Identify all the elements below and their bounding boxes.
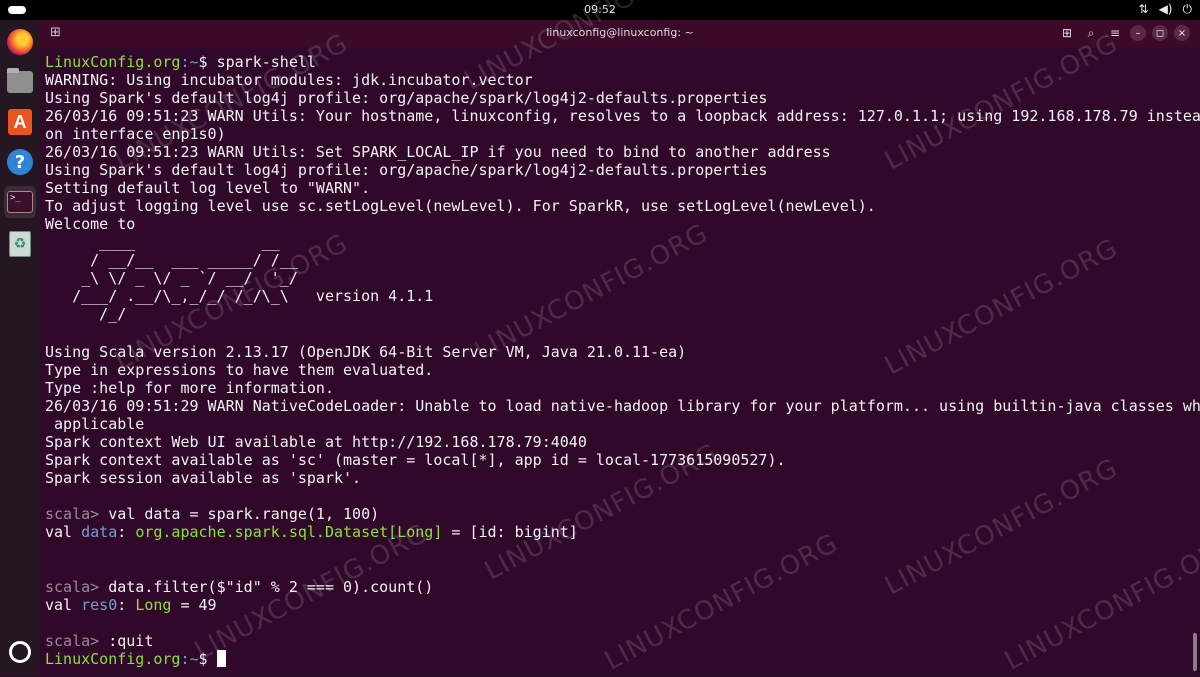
prompt-user: LinuxConfig.org xyxy=(45,53,181,71)
scala-prompt: scala> xyxy=(45,505,100,523)
result-value: = 49 xyxy=(171,596,217,614)
close-button[interactable]: × xyxy=(1174,25,1190,41)
network-icon: ⇅ xyxy=(1138,2,1149,16)
dock-help[interactable]: ? xyxy=(4,146,36,178)
scala-command-line: scala> :quit xyxy=(45,632,153,650)
output-line: applicable xyxy=(45,415,145,433)
volume-icon: ◀) xyxy=(1158,2,1173,16)
terminal-icon: >_ xyxy=(7,191,33,213)
dock-terminal[interactable]: >_ xyxy=(4,186,36,218)
result-sep: : xyxy=(117,523,136,541)
system-tray[interactable]: ⇅ ◀) ⏻ xyxy=(1139,2,1192,17)
dock-trash[interactable]: ♻ xyxy=(4,228,36,260)
result-keyword: val xyxy=(45,523,82,541)
scala-prompt: scala> xyxy=(45,632,100,650)
output-line: Welcome to xyxy=(45,215,136,233)
output-line: To adjust logging level use sc.setLogLev… xyxy=(45,197,876,215)
dock: A ? >_ ♻ xyxy=(0,20,40,676)
scrollbar[interactable] xyxy=(1193,633,1197,671)
command-text: :quit xyxy=(99,632,154,650)
scala-result-line: val res0: Long = 49 xyxy=(45,596,217,614)
show-apps-icon xyxy=(9,641,31,663)
app-center-icon: A xyxy=(8,109,32,135)
terminal-header-bar: ⊞ linuxconfig@linuxconfig: ~ ⊞ ⌕ ≡ – ◻ × xyxy=(40,20,1200,48)
scala-command-line: scala> data.filter($"id" % 2 === 0).coun… xyxy=(45,578,433,596)
result-name: res0 xyxy=(81,596,118,614)
output-line: Using Spark's default log4j profile: org… xyxy=(45,161,768,179)
result-keyword: val xyxy=(45,596,82,614)
prompt-user: LinuxConfig.org xyxy=(45,650,181,668)
command-text: val data = spark.range(1, 100) xyxy=(99,505,380,523)
scala-command-line: scala> val data = spark.range(1, 100) xyxy=(45,505,379,523)
prompt-path: :~ xyxy=(180,53,199,71)
dock-app-center[interactable]: A xyxy=(4,106,36,138)
output-line: Spark context Web UI available at http:/… xyxy=(45,433,587,451)
window-title: linuxconfig@linuxconfig: ~ xyxy=(546,26,694,39)
ascii-art-line: /_/ xyxy=(45,305,127,323)
output-line: Setting default log level to "WARN". xyxy=(45,179,371,197)
ascii-art-line: ____ __ xyxy=(45,233,280,251)
command-text: data.filter($"id" % 2 === 0).count() xyxy=(99,578,434,596)
files-icon xyxy=(7,68,33,93)
output-line: Type in expressions to have them evaluat… xyxy=(45,361,434,379)
terminal-view[interactable]: LinuxConfig.org:~$ spark-shell WARNING: … xyxy=(40,48,1200,676)
maximize-button[interactable]: ◻ xyxy=(1152,25,1168,41)
firefox-icon xyxy=(7,29,33,55)
output-line: Spark session available as 'spark'. xyxy=(45,469,362,487)
scala-prompt: scala> xyxy=(45,578,100,596)
split-icon[interactable]: ⊞ xyxy=(1058,24,1076,42)
output-line: Using Spark's default log4j profile: org… xyxy=(45,89,768,107)
ascii-art-line: / __/__ ___ _____/ /__ xyxy=(45,251,298,269)
prompt-sign: $ xyxy=(198,53,208,71)
minimize-button[interactable]: – xyxy=(1130,25,1146,41)
dock-show-apps[interactable] xyxy=(4,636,36,668)
dock-files[interactable] xyxy=(4,66,36,98)
result-name: data xyxy=(81,523,118,541)
power-icon: ⏻ xyxy=(1182,2,1193,16)
help-icon: ? xyxy=(7,149,33,175)
result-type: Long xyxy=(135,596,172,614)
trash-icon: ♻ xyxy=(9,231,31,257)
output-line: Type :help for more information. xyxy=(45,379,334,397)
output-line: 26/03/16 09:51:29 WARN NativeCodeLoader:… xyxy=(45,397,1200,415)
result-sep: : xyxy=(117,596,136,614)
dock-firefox[interactable] xyxy=(4,26,36,58)
scala-result-line: val data: org.apache.spark.sql.Dataset[L… xyxy=(45,523,578,541)
